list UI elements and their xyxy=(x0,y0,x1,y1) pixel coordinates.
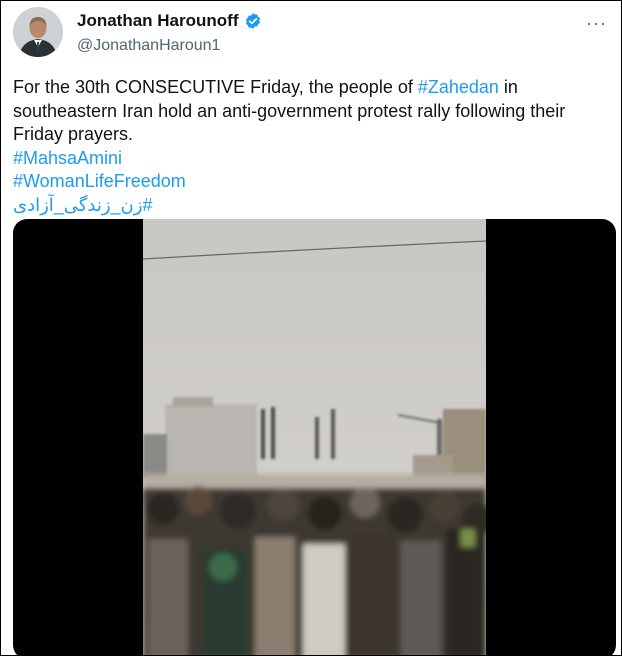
hashtag-womanlifefreedom[interactable]: #WomanLifeFreedom xyxy=(13,170,609,194)
tweet-body: For the 30th CONSECUTIVE Friday, the peo… xyxy=(13,76,609,217)
protest-scene-image xyxy=(143,219,486,655)
hashtag-zahedan[interactable]: #Zahedan xyxy=(418,77,499,97)
hashtag-persian[interactable]: #زن_زندگی_آزادی xyxy=(13,194,609,218)
tweet-text-line: southeastern Iran hold an anti-governmen… xyxy=(13,100,566,121)
video-thumbnail xyxy=(143,219,486,655)
tweet-text-segment: in xyxy=(498,77,518,97)
video-player[interactable] xyxy=(13,219,616,655)
more-options-icon[interactable]: ··· xyxy=(586,13,607,34)
hashtag-mahsaamini[interactable]: #MahsaAmini xyxy=(13,147,609,171)
author-avatar[interactable] xyxy=(13,7,63,57)
tweet-text-segment: For the 30th CONSECUTIVE Friday, the peo… xyxy=(13,77,418,97)
tweet-card: Jonathan Harounoff @JonathanHaroun1 ··· … xyxy=(0,0,622,656)
avatar-photo-icon xyxy=(13,7,63,57)
tweet-text-line: Friday prayers. xyxy=(13,124,134,144)
author-handle[interactable]: @JonathanHaroun1 xyxy=(77,37,220,55)
author-name[interactable]: Jonathan Harounoff xyxy=(77,11,239,31)
verified-badge-icon xyxy=(245,13,260,29)
